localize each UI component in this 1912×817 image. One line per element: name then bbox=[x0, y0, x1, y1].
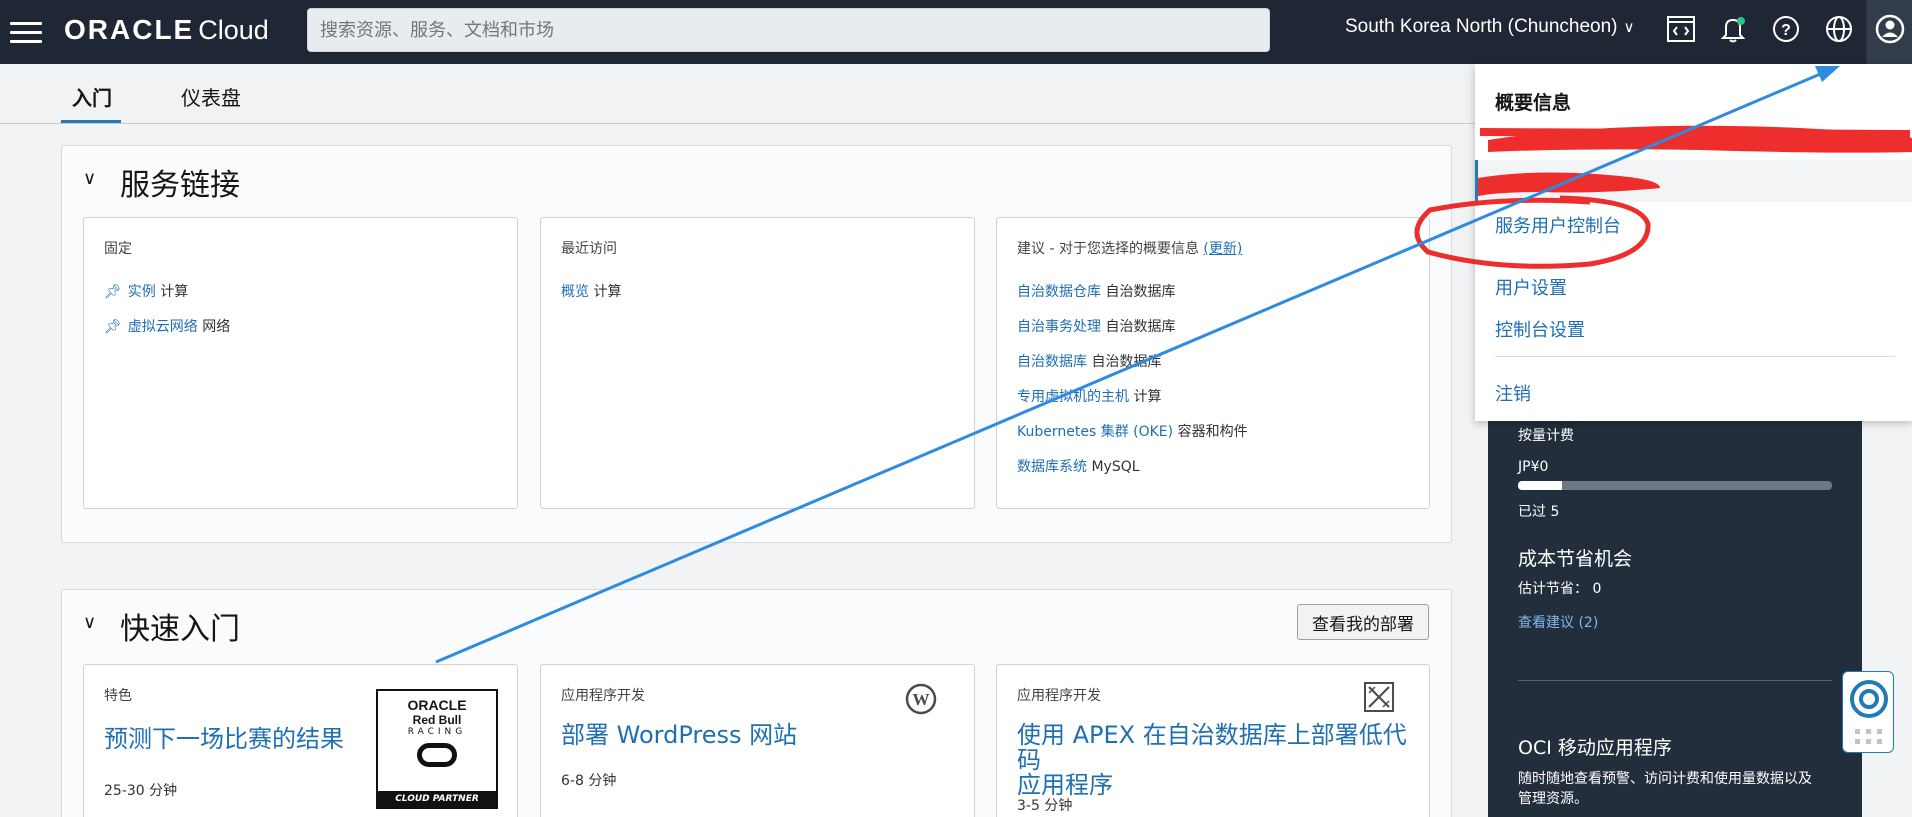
quick-start-card-title[interactable]: 预测下一场比赛的结果 bbox=[104, 726, 344, 752]
console-settings-link[interactable]: 控制台设置 bbox=[1495, 316, 1585, 342]
service-link[interactable]: 概览 bbox=[561, 284, 589, 300]
duration-label: 3-5 分钟 bbox=[1017, 798, 1073, 814]
svg-text:W: W bbox=[913, 690, 930, 709]
savings-estimate: 估计节省： 0 bbox=[1518, 581, 1602, 597]
service-links-title: 服务链接 bbox=[120, 168, 240, 203]
quick-start-card[interactable]: 应用程序开发 部署 WordPress 网站 6-8 分钟 W bbox=[540, 664, 975, 817]
service-user-console-link[interactable]: 服务用户控制台 bbox=[1495, 212, 1621, 238]
chevron-down-icon: ∨ bbox=[1623, 19, 1635, 36]
quick-start-panel: ∨ 快速入门 特色 预测下一场比赛的结果 25-30 分钟 ORACLE Red… bbox=[61, 589, 1452, 817]
search-input[interactable] bbox=[308, 9, 1269, 51]
days-passed: 已过 5 bbox=[1518, 504, 1560, 520]
billing-amount: JP¥0 bbox=[1518, 459, 1549, 475]
pin-icon: 📌︎ bbox=[104, 319, 122, 335]
duration-label: 6-8 分钟 bbox=[561, 773, 617, 789]
list-item[interactable]: 📌︎ 实例 计算 bbox=[104, 281, 188, 301]
collapse-chevron-icon[interactable]: ∨ bbox=[83, 168, 96, 189]
logo-product: Cloud bbox=[198, 15, 269, 45]
recent-heading: 最近访问 bbox=[561, 241, 617, 257]
search-box bbox=[307, 8, 1270, 52]
service-link[interactable]: 虚拟云网络 bbox=[128, 319, 198, 335]
list-item[interactable]: Kubernetes 集群 (OKE) 容器和构件 bbox=[1017, 421, 1248, 441]
top-header: ORACLECloud South Korea North (Chuncheon… bbox=[0, 0, 1912, 64]
user-settings-link[interactable]: 用户设置 bbox=[1495, 274, 1567, 300]
logo-brand: ORACLE bbox=[64, 14, 195, 45]
savings-title: 成本节省机会 bbox=[1518, 548, 1633, 570]
pin-icon: 📌︎ bbox=[104, 284, 122, 300]
mobile-app-description: 随时随地查看预警、访问计费和使用量数据以及 管理资源。 bbox=[1518, 771, 1812, 807]
apex-icon bbox=[1363, 681, 1395, 717]
pinned-heading: 固定 bbox=[104, 241, 132, 257]
divider bbox=[1495, 356, 1895, 357]
wordpress-icon: W bbox=[905, 683, 937, 719]
collapse-chevron-icon[interactable]: ∨ bbox=[83, 612, 96, 633]
svg-text:?: ? bbox=[1781, 22, 1791, 39]
quick-start-title: 快速入门 bbox=[120, 612, 240, 647]
selected-profile-row[interactable] bbox=[1475, 160, 1912, 202]
service-links-panel: ∨ 服务链接 固定 📌︎ 实例 计算 📌︎ 虚拟云网络 网络 最近访问 概览 计算 … bbox=[61, 145, 1452, 543]
billing-progress-bar bbox=[1518, 481, 1832, 490]
view-my-deployments-button[interactable]: 查看我的部署 bbox=[1297, 604, 1429, 640]
billing-panel: 按量计费 JP¥0 已过 5 成本节省机会 估计节省： 0 查看建议 (2) O… bbox=[1488, 420, 1862, 817]
recent-card: 最近访问 概览 计算 bbox=[540, 217, 975, 509]
billing-progress-fill bbox=[1518, 481, 1562, 490]
list-item[interactable]: 概览 计算 bbox=[561, 281, 621, 301]
list-item[interactable]: 数据库系统 MySQL bbox=[1017, 456, 1140, 476]
cloud-shell-icon[interactable] bbox=[1664, 12, 1698, 46]
lifebuoy-icon bbox=[1850, 680, 1888, 744]
mobile-app-title: OCI 移动应用程序 bbox=[1518, 737, 1672, 759]
list-item[interactable]: 自治数据仓库 自治数据库 bbox=[1017, 281, 1175, 301]
user-avatar-icon bbox=[1875, 14, 1905, 44]
service-link[interactable]: 实例 bbox=[128, 284, 156, 300]
quick-start-card-title[interactable]: 部署 WordPress 网站 bbox=[561, 722, 797, 748]
red-bull-racing-logo: ORACLE Red Bull RACING CLOUD PARTNER bbox=[376, 689, 498, 809]
quick-start-card[interactable]: 特色 预测下一场比赛的结果 25-30 分钟 ORACLE Red Bull R… bbox=[83, 664, 518, 817]
help-icon[interactable]: ? bbox=[1769, 12, 1803, 46]
tab-dashboard[interactable]: 仪表盘 bbox=[181, 82, 241, 111]
hamburger-menu-icon[interactable] bbox=[10, 18, 42, 44]
divider bbox=[1518, 680, 1832, 681]
region-label: South Korea North (Chuncheon) bbox=[1345, 16, 1618, 37]
profile-button[interactable] bbox=[1866, 0, 1912, 64]
language-globe-icon[interactable] bbox=[1822, 12, 1856, 46]
active-tab-indicator bbox=[61, 120, 121, 123]
update-link[interactable]: (更新) bbox=[1203, 241, 1242, 257]
duration-label: 25-30 分钟 bbox=[104, 783, 178, 799]
view-suggestions-link[interactable]: 查看建议 (2) bbox=[1518, 612, 1598, 632]
notification-bell-icon[interactable] bbox=[1716, 12, 1750, 46]
list-item[interactable]: 专用虚拟机的主机 计算 bbox=[1017, 386, 1161, 406]
suggested-card: 建议 - 对于您选择的概要信息 (更新) 自治数据仓库 自治数据库 自治事务处理… bbox=[996, 217, 1430, 509]
list-item[interactable]: 自治数据库 自治数据库 bbox=[1017, 351, 1161, 371]
billing-label: 按量计费 bbox=[1518, 428, 1574, 444]
quick-start-card[interactable]: 应用程序开发 使用 APEX 在自治数据库上部署低代码 应用程序 3-5 分钟 bbox=[996, 664, 1430, 817]
quick-start-card-title[interactable]: 使用 APEX 在自治数据库上部署低代码 应用程序 bbox=[1017, 722, 1429, 799]
tab-getting-started[interactable]: 入门 bbox=[72, 82, 112, 111]
list-item[interactable]: 自治事务处理 自治数据库 bbox=[1017, 316, 1175, 336]
suggested-heading: 建议 - 对于您选择的概要信息 (更新) bbox=[1017, 241, 1243, 257]
help-widget[interactable] bbox=[1842, 671, 1894, 753]
list-item[interactable]: 📌︎ 虚拟云网络 网络 bbox=[104, 316, 230, 336]
region-selector[interactable]: South Korea North (Chuncheon) ∨ bbox=[1345, 16, 1634, 38]
profile-dropdown-menu: 概要信息 服务用户控制台 用户设置 控制台设置 注销 bbox=[1475, 64, 1912, 421]
oracle-ring-icon bbox=[417, 743, 457, 767]
profile-menu-title: 概要信息 bbox=[1495, 92, 1572, 114]
pinned-card: 固定 📌︎ 实例 计算 📌︎ 虚拟云网络 网络 bbox=[83, 217, 518, 509]
oracle-cloud-logo[interactable]: ORACLE Cloud bbox=[64, 14, 269, 46]
sign-out-link[interactable]: 注销 bbox=[1495, 380, 1531, 406]
